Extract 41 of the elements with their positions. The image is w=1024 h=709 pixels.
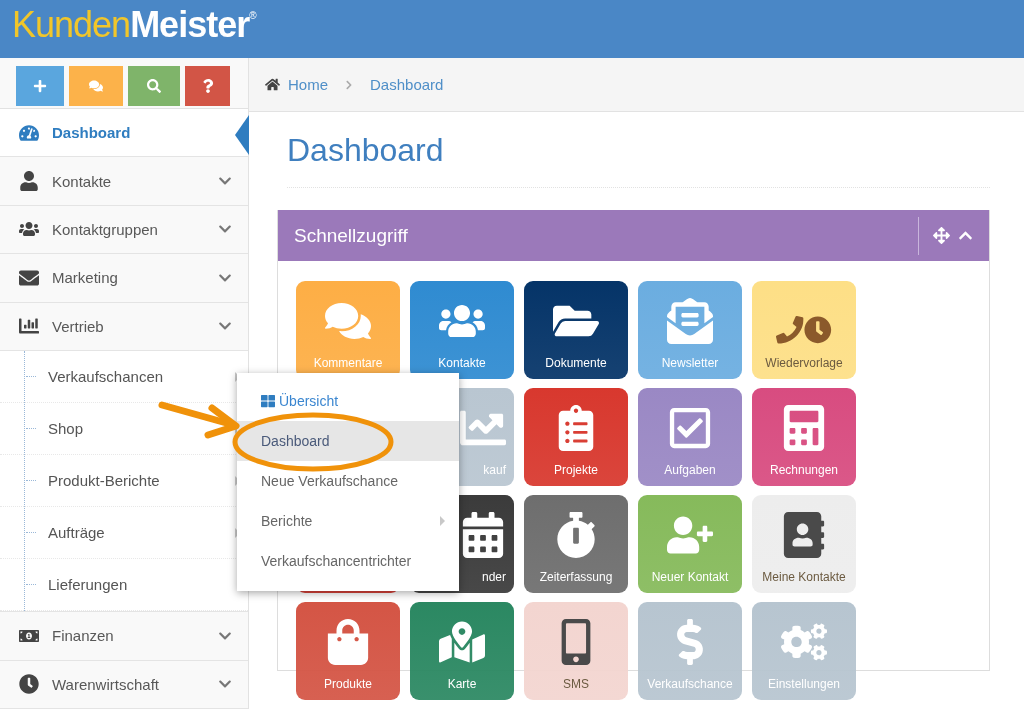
sidebar-item[interactable]: Dashboard: [0, 108, 248, 158]
shortcut-tile[interactable]: Projekte: [524, 388, 628, 486]
shopping-bag-icon: [325, 619, 371, 665]
map-icon: [439, 619, 485, 665]
gauge-icon: [19, 122, 39, 143]
breadcrumb-link[interactable]: Dashboard: [370, 76, 444, 93]
grid-icon: [261, 394, 275, 408]
calculator-icon: [781, 405, 827, 451]
shortcut-tile[interactable]: Produkte: [296, 602, 400, 700]
address-book-icon: [781, 512, 827, 558]
chevron-right-icon: [344, 79, 354, 90]
page-title: Dashboard: [287, 132, 990, 188]
quick-action-button[interactable]: [69, 66, 123, 106]
menu-item[interactable]: Dashboard: [237, 421, 459, 461]
shortcut-tile[interactable]: Aufgaben: [638, 388, 742, 486]
calendar-icon: [460, 512, 506, 558]
shortcut-tile[interactable]: SMS: [524, 602, 628, 700]
checkbox-icon: [667, 405, 713, 451]
shortcut-tile[interactable]: Rechnungen: [752, 388, 856, 486]
shortcut-tile[interactable]: Zeiterfassung: [524, 495, 628, 593]
breadcrumb-link[interactable]: Home: [288, 76, 328, 93]
search-icon: [147, 79, 161, 93]
person-icon: [19, 171, 39, 192]
speech-bubbles-icon: [89, 79, 103, 93]
home-icon: [265, 77, 280, 92]
quick-action-button[interactable]: [16, 66, 64, 106]
phone-clock-icon: [776, 316, 832, 344]
bar-chart-icon: [19, 316, 39, 337]
shortcut-tile[interactable]: Dokumente: [524, 281, 628, 379]
logo[interactable]: KundenMeister®: [12, 4, 256, 46]
clock-icon: [19, 674, 39, 695]
panel-title: Schnellzugriff: [294, 224, 409, 247]
shortcut-tile[interactable]: Karte: [410, 602, 514, 700]
open-envelope-icon: [667, 298, 713, 344]
quick-action-button[interactable]: [185, 66, 230, 106]
shortcut-tile[interactable]: Kontakte: [410, 281, 514, 379]
shortcut-tile[interactable]: Wiedervorlage: [752, 281, 856, 379]
shortcut-tile[interactable]: Meine Kontakte: [752, 495, 856, 593]
quick-action-button[interactable]: [128, 66, 180, 106]
plus-icon: [33, 79, 47, 93]
move-button[interactable]: [933, 227, 950, 244]
